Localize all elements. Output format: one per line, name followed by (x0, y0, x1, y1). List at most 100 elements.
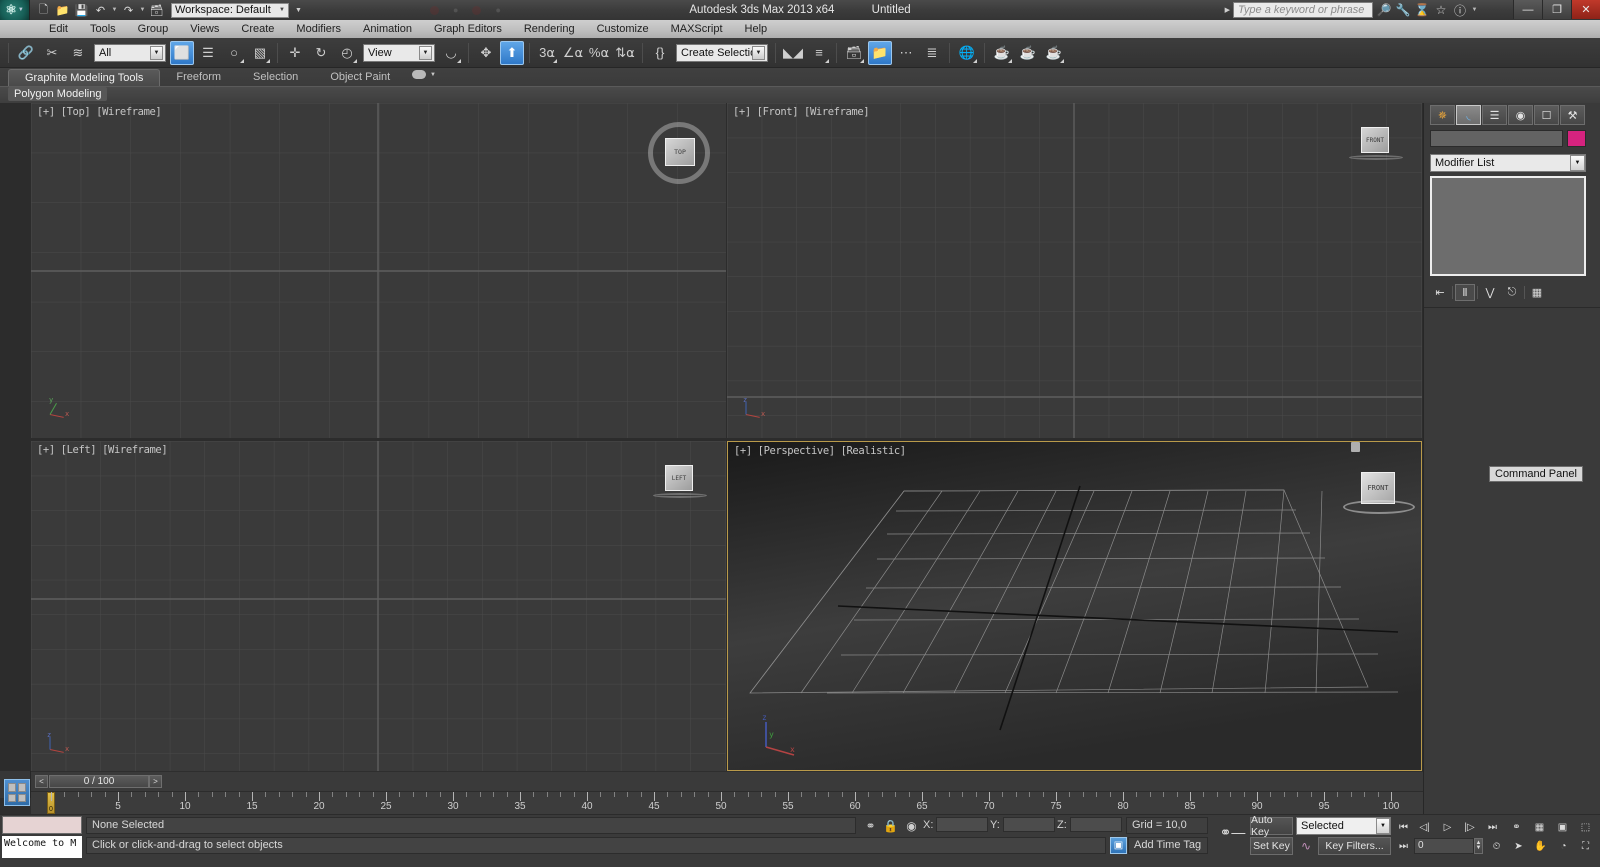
viewport-front[interactable]: [+] [Front] [Wireframe] FRONT x z (727, 103, 1422, 438)
schematic-view-icon[interactable]: ≣ (920, 41, 944, 65)
play-animation-button[interactable]: ▷ (1438, 819, 1457, 836)
maxscript-mini-prompt[interactable] (2, 816, 82, 834)
modifier-stack-list[interactable] (1430, 176, 1586, 276)
current-frame-button[interactable]: ⏭ (1394, 838, 1413, 855)
window-crossing-icon[interactable]: ▧ (248, 41, 272, 65)
chevron-down-icon[interactable]: ▼ (1471, 7, 1478, 13)
binoculars-icon[interactable]: 🔎 (1376, 2, 1392, 18)
auto-key-button[interactable]: Auto Key (1250, 814, 1293, 838)
viewport-left[interactable]: [+] [Left] [Wireframe] LEFT x z (31, 441, 726, 771)
menu-group[interactable]: Group (127, 20, 180, 38)
key-mode-toggle-icon[interactable]: ⚭— (1216, 821, 1249, 843)
select-object-icon[interactable]: ⬜ (170, 40, 194, 65)
select-region-circle-icon[interactable]: ○ (222, 41, 246, 65)
motion-tab[interactable]: ◉ (1508, 105, 1533, 125)
save-file-icon[interactable]: 💾 (73, 2, 90, 19)
add-time-tag-label[interactable]: Add Time Tag (1128, 837, 1208, 854)
maxscript-listener[interactable]: Welcome to M (2, 836, 82, 858)
viewcube-home-icon[interactable] (1351, 442, 1360, 452)
viewport-perspective-label[interactable]: [+] [Perspective] [Realistic] (734, 445, 906, 457)
star-icon[interactable]: ☆ (1433, 2, 1449, 18)
modify-tab[interactable]: ◟ (1456, 105, 1481, 125)
object-color-swatch[interactable] (1567, 130, 1586, 147)
show-end-result-icon[interactable]: Ⅱ (1455, 283, 1475, 301)
tab-graphite-modeling-tools[interactable]: Graphite Modeling Tools (8, 69, 161, 86)
select-and-scale-icon[interactable]: ◴ (335, 41, 359, 65)
reference-coordinate-dropdown[interactable]: View ▼ (363, 43, 435, 62)
zoom-extents-selected-button[interactable]: ▣ (1553, 819, 1572, 836)
goto-start-button[interactable]: ⏮ (1394, 819, 1413, 836)
ribbon-minimize-control[interactable]: ▼ (412, 70, 436, 79)
percent-snap-toggle-icon[interactable]: %⍺ (587, 41, 611, 65)
make-unique-icon[interactable]: ⋁ (1480, 284, 1500, 301)
hierarchy-tab[interactable]: ☰ (1482, 105, 1507, 125)
previous-frame-arrow[interactable]: < (35, 775, 48, 788)
snap-toggle-3-icon[interactable]: 3⍺ (535, 41, 559, 65)
selection-lock-icon[interactable]: 🔒 (882, 818, 899, 834)
viewcube-front[interactable]: FRONT (1347, 127, 1407, 173)
application-menu-button[interactable]: ⚛ ▼ (0, 0, 30, 20)
rendered-frame-window-icon[interactable]: ☕ (1016, 41, 1040, 65)
viewcube-perspective[interactable]: FRONT (1343, 442, 1415, 526)
viewport-perspective[interactable]: z y x [+] [Perspective] [Realistic] FRON… (727, 441, 1422, 771)
wrench-icon[interactable]: 🔧 (1395, 2, 1411, 18)
viewcube-left[interactable]: LEFT (651, 465, 711, 511)
minimize-button[interactable]: — (1513, 0, 1542, 19)
workspace-selector[interactable]: Workspace: Default ▼ (171, 2, 289, 18)
menu-tools[interactable]: Tools (79, 20, 127, 38)
redo-dropdown-icon[interactable]: ▼ (139, 7, 146, 13)
utilities-tab[interactable]: ⚒ (1560, 105, 1585, 125)
coord-y-field[interactable] (1002, 817, 1055, 832)
absolute-relative-mode-icon[interactable]: ◉ (903, 818, 920, 834)
undo-dropdown-icon[interactable]: ▼ (111, 7, 118, 13)
menu-maxscript[interactable]: MAXScript (660, 20, 734, 38)
undo-icon[interactable]: ↶ (92, 2, 109, 19)
menu-edit[interactable]: Edit (38, 20, 79, 38)
set-key-button[interactable]: Set Key (1250, 837, 1293, 855)
time-config-button[interactable]: ⏲ (1487, 838, 1506, 855)
viewport-layout-button[interactable] (4, 779, 30, 806)
viewcube-face[interactable]: LEFT (665, 465, 693, 491)
pan-view-button[interactable]: ➤ (1509, 838, 1528, 855)
object-name-field[interactable] (1430, 130, 1563, 147)
tab-object-paint[interactable]: Object Paint (314, 69, 406, 86)
orbit-button[interactable]: ◔ (1554, 838, 1573, 855)
key-filters-button[interactable]: Key Filters... (1318, 837, 1391, 855)
open-file-icon[interactable]: 📁 (54, 2, 71, 19)
spinner-snap-toggle-icon[interactable]: ⇅⍺ (613, 41, 637, 65)
select-and-move-icon[interactable]: ✛ (283, 41, 307, 65)
menu-graph-editors[interactable]: Graph Editors (423, 20, 513, 38)
default-in-out-tangent-icon[interactable]: ∿ (1297, 837, 1315, 855)
select-by-name-icon[interactable]: ☰ (196, 41, 220, 65)
menu-help[interactable]: Help (734, 20, 779, 38)
remove-modifier-icon[interactable]: ⎋ (1502, 284, 1522, 301)
modifier-list-dropdown[interactable]: Modifier List ▼ (1430, 154, 1586, 172)
viewport-front-label[interactable]: [+] [Front] [Wireframe] (733, 106, 870, 118)
snaps-use-axis-constraint-icon[interactable]: ⬆ (500, 40, 524, 65)
chevron-right-icon[interactable]: ▶ (1225, 6, 1230, 14)
time-tag-toggle-button[interactable]: ▣ (1110, 837, 1127, 854)
pin-stack-icon[interactable]: ⇤ (1430, 284, 1450, 301)
select-and-rotate-icon[interactable]: ↻ (309, 41, 333, 65)
material-editor-icon[interactable]: 🌐 (955, 41, 979, 65)
viewport-top[interactable]: [+] [Top] [Wireframe] TOP x y (31, 103, 726, 438)
edit-named-selection-sets-icon[interactable]: {} (648, 41, 672, 65)
close-button[interactable]: ✕ (1571, 0, 1600, 19)
viewcube-face[interactable]: FRONT (1361, 127, 1389, 153)
unlink-selection-icon[interactable]: ✂ (40, 41, 64, 65)
viewport-top-label[interactable]: [+] [Top] [Wireframe] (37, 106, 162, 118)
viewcube-top[interactable]: TOP (648, 108, 720, 190)
maximize-viewport-button[interactable]: ⛶ (1576, 838, 1595, 855)
menu-animation[interactable]: Animation (352, 20, 423, 38)
curve-editor-icon[interactable]: ⋯ (894, 41, 918, 65)
ribbon-panel-polygon-modeling[interactable]: Polygon Modeling (8, 87, 108, 101)
configure-modifier-sets-icon[interactable]: ▦ (1527, 284, 1547, 301)
key-selection-level-dropdown[interactable]: Selected ▼ (1296, 817, 1391, 835)
create-tab[interactable]: ✵ (1430, 105, 1455, 125)
display-tab[interactable]: ☐ (1534, 105, 1559, 125)
track-bar[interactable]: 0 5 10 15 20 25 30 35 40 45 50 55 60 65 70 75 80 85 90 95 1… (31, 791, 1423, 814)
angle-snap-toggle-icon[interactable]: ∠⍺ (561, 41, 585, 65)
current-frame-field[interactable]: 0 (1414, 838, 1474, 854)
menu-customize[interactable]: Customize (586, 20, 660, 38)
zoom-extents-all-button[interactable]: ⬚ (1576, 819, 1595, 836)
